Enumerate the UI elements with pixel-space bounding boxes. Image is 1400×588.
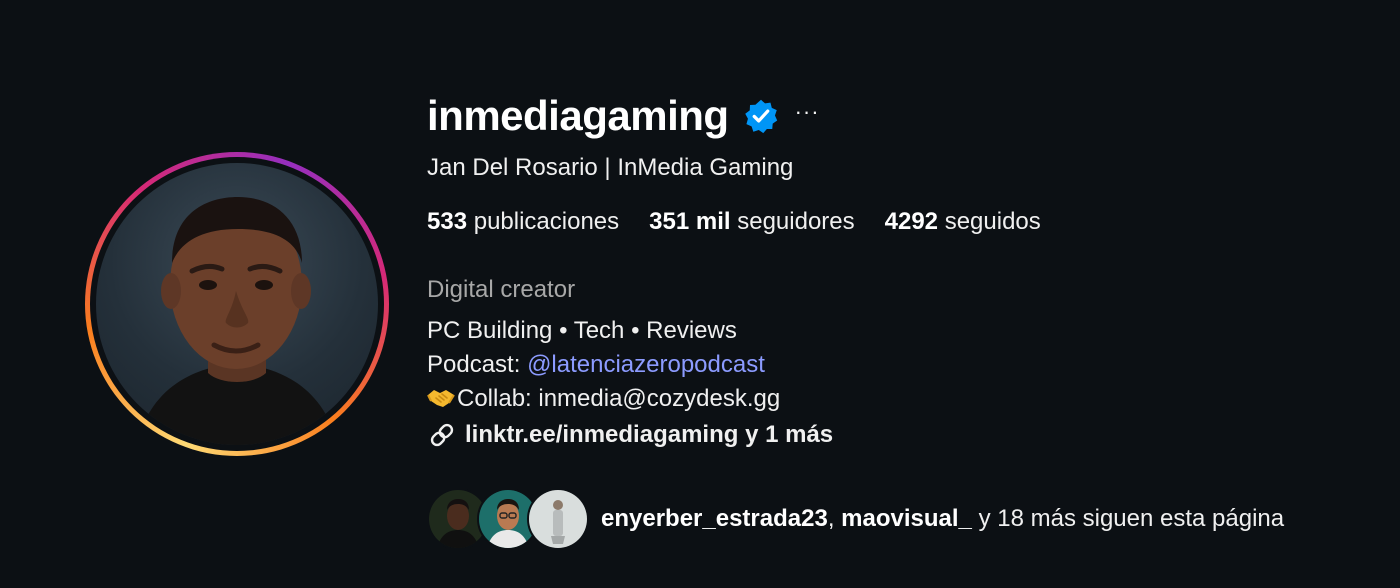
following-count[interactable]: 4292 seguidos: [885, 208, 1041, 236]
bio-line-podcast: Podcast: @latenciazeropodcast: [427, 348, 1367, 382]
posts-count[interactable]: 533 publicaciones: [427, 208, 619, 236]
posts-count-value: 533: [427, 208, 468, 235]
profile-stats: 533 publicaciones 351 mil seguidores 429…: [427, 208, 1367, 236]
avatar-portrait-image: [136, 197, 338, 445]
link-icon: [430, 423, 454, 447]
full-name: Jan Del Rosario | InMedia Gaming: [427, 154, 794, 181]
following-count-value: 4292: [884, 208, 939, 235]
profile-link-text: linktr.ee/inmediagaming y 1 más: [465, 421, 834, 448]
bio-line-1: PC Building • Tech • Reviews: [427, 317, 737, 344]
mutual-follower-avatars: [427, 488, 591, 550]
handshake-icon: [427, 390, 455, 407]
mutual-avatar-3-image: [529, 490, 587, 548]
followers-count-label: seguidores: [737, 208, 855, 235]
profile-avatar-story-ring[interactable]: [85, 152, 389, 456]
avatar-gap: [90, 157, 384, 451]
collab-text: Collab: inmedia@cozydesk.gg: [457, 385, 781, 412]
profile-avatar[interactable]: [96, 163, 378, 445]
mutual-separator: ,: [827, 505, 842, 532]
mutual-followers-suffix: y 18 más siguen esta página: [971, 505, 1285, 532]
posts-count-label: publicaciones: [473, 208, 620, 235]
profile-header: inmediagaming ··· Jan Del Rosario | InMe…: [427, 90, 1367, 450]
username: inmediagaming: [427, 92, 729, 139]
more-options-icon[interactable]: ···: [795, 101, 820, 123]
username-row: inmediagaming ···: [427, 90, 1367, 142]
mutual-followers[interactable]: enyerber_estrada23, maovisual_ y 18 más …: [427, 488, 1284, 550]
podcast-mention-link[interactable]: @latenciazeropodcast: [527, 351, 765, 378]
profile-link[interactable]: linktr.ee/inmediagaming y 1 más: [427, 420, 1367, 450]
followers-count[interactable]: 351 mil seguidores: [649, 208, 854, 236]
podcast-prefix: Podcast:: [427, 351, 528, 378]
profile-category: Digital creator: [427, 276, 576, 303]
verified-badge-icon: [744, 99, 777, 134]
mutual-follower-2[interactable]: maovisual_: [841, 505, 972, 532]
mutual-avatar-3: [527, 488, 589, 550]
mutual-follower-1[interactable]: enyerber_estrada23: [601, 505, 828, 532]
mutual-followers-text: enyerber_estrada23, maovisual_ y 18 más …: [601, 505, 1284, 533]
followers-count-value: 351 mil: [649, 208, 731, 235]
bio-line-collab: Collab: inmedia@cozydesk.gg: [427, 382, 1367, 416]
following-count-label: seguidos: [944, 208, 1041, 235]
